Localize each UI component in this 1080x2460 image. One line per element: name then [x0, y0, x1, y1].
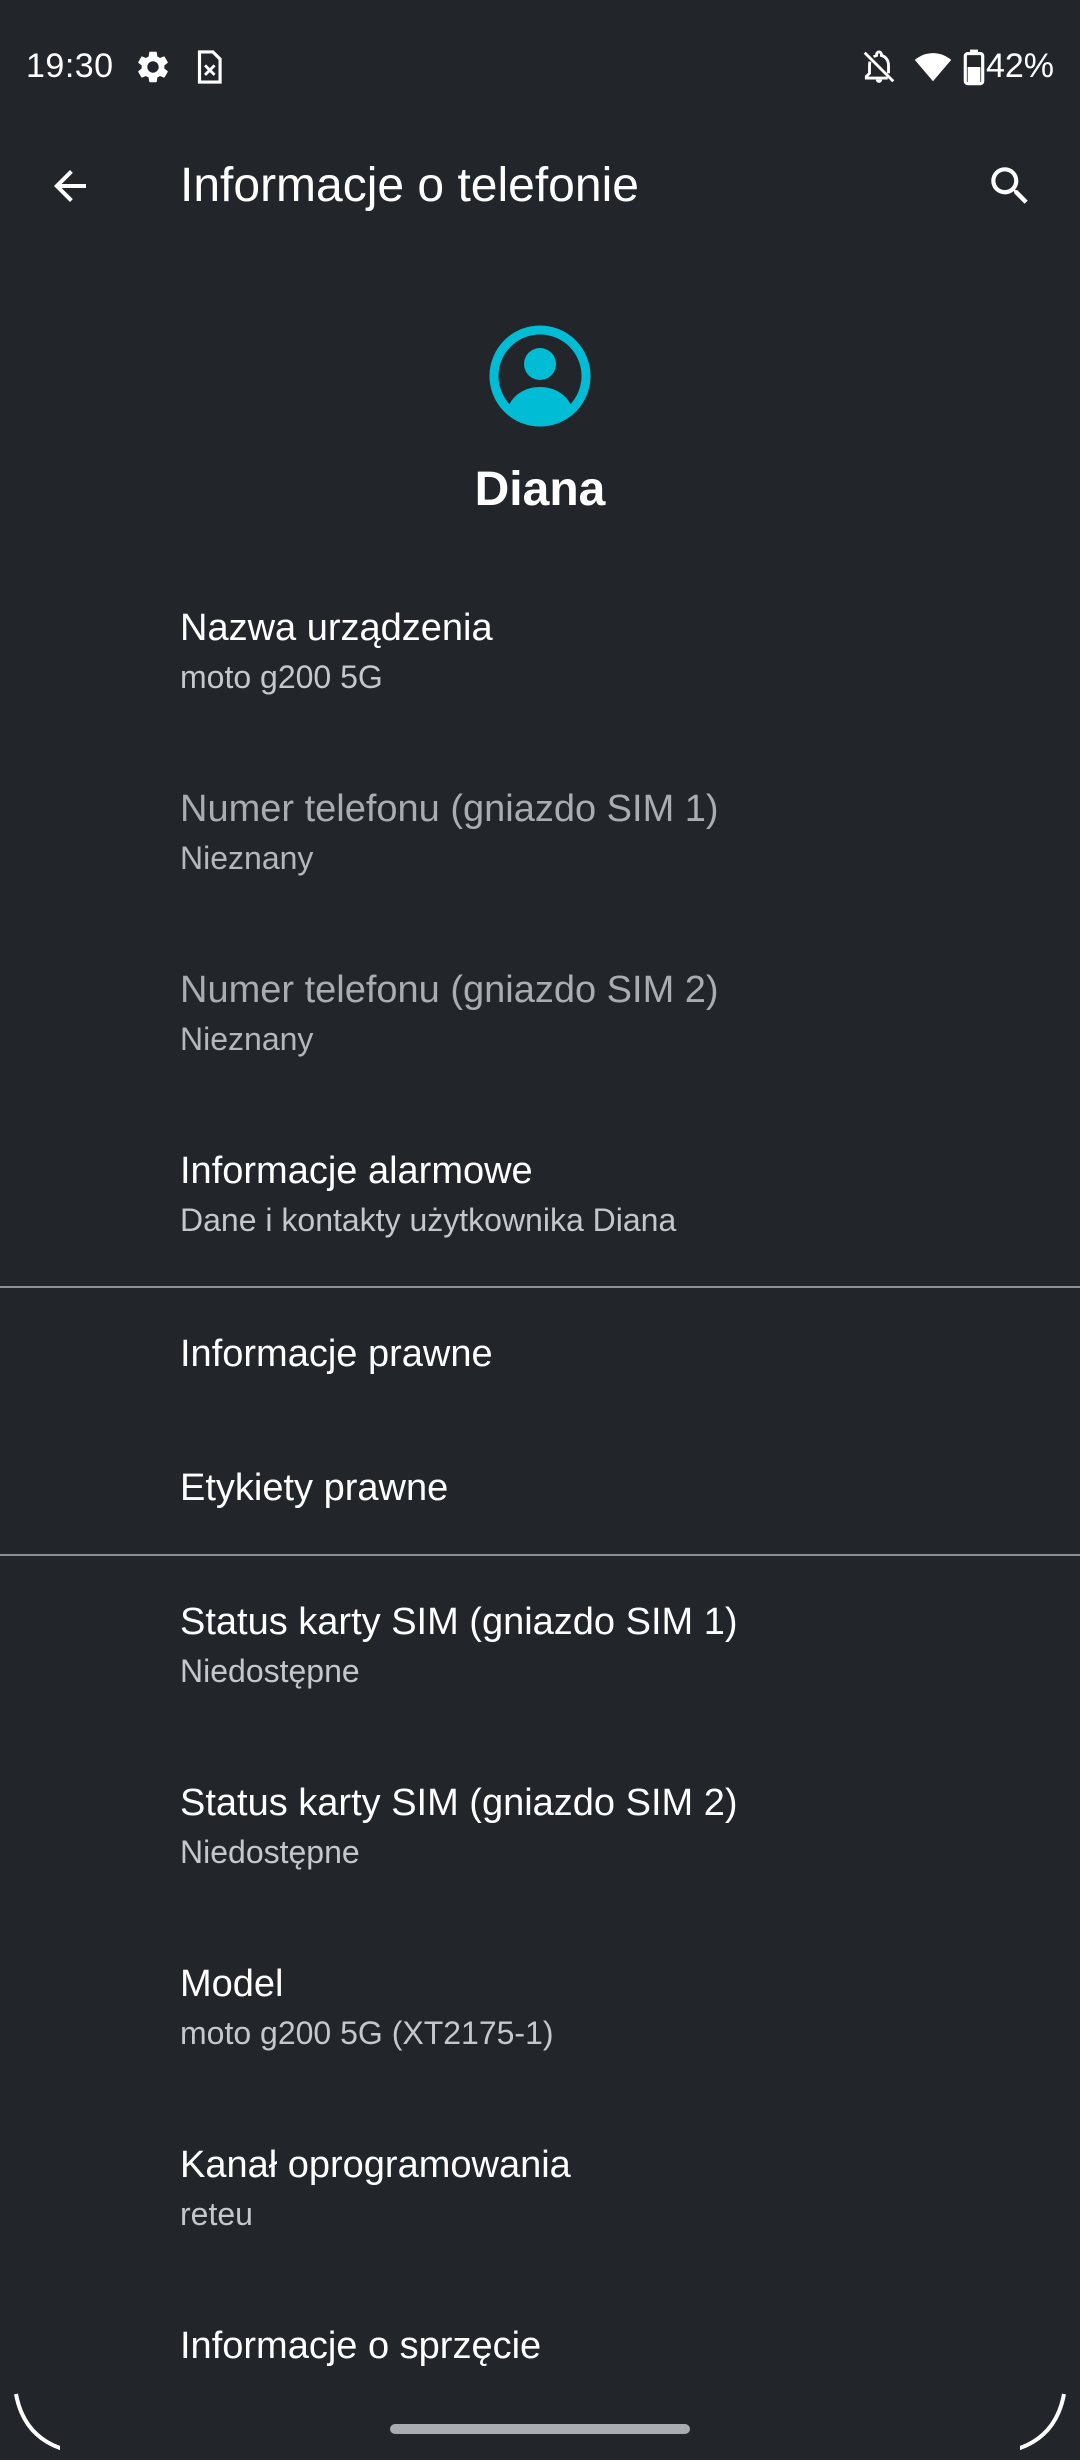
notifications-off-icon: [863, 50, 895, 83]
list-item-legal-labels[interactable]: Etykiety prawne: [0, 1462, 1080, 1514]
item-summary: Nieznany: [180, 1021, 314, 1057]
item-summary: Nieznany: [180, 840, 314, 876]
list-item-device-name[interactable]: Nazwa urządzenia moto g200 5G: [0, 602, 1080, 700]
item-title: Status karty SIM (gniazdo SIM 2): [180, 1782, 738, 1824]
divider: [0, 1554, 1080, 1556]
wifi-icon: [914, 53, 952, 82]
list-item-software-channel[interactable]: Kanał oprogramowania reteu: [0, 2139, 1080, 2237]
item-title: Informacje alarmowe: [180, 1150, 533, 1192]
battery-percentage: 42%: [985, 47, 1054, 85]
item-title: Informacje o sprzęcie: [180, 2325, 542, 2367]
list-item-sim-status-1[interactable]: Status karty SIM (gniazdo SIM 1) Niedost…: [0, 1596, 1080, 1694]
item-summary: moto g200 5G (XT2175-1): [180, 2015, 554, 2051]
item-summary: Niedostępne: [180, 1653, 360, 1689]
item-title: Numer telefonu (gniazdo SIM 2): [180, 969, 719, 1011]
account-circle-icon[interactable]: [489, 325, 591, 427]
screen-corner-right: [1020, 2393, 1066, 2451]
settings-gear-icon: [138, 51, 168, 83]
item-title: Kanał oprogramowania: [180, 2144, 571, 2186]
status-time: 19:30: [26, 47, 114, 85]
list-item-legal-info[interactable]: Informacje prawne: [0, 1328, 1080, 1380]
list-item-model[interactable]: Model moto g200 5G (XT2175-1): [0, 1958, 1080, 2056]
screen-corner-left: [14, 2393, 60, 2451]
arrow-back-icon: [54, 170, 86, 202]
list-item-emergency-info[interactable]: Informacje alarmowe Dane i kontakty użyt…: [0, 1145, 1080, 1243]
item-title: Nazwa urządzenia: [180, 607, 493, 649]
item-summary: Dane i kontakty użytkownika Diana: [180, 1202, 677, 1238]
profile-name: Diana: [474, 463, 606, 516]
list-item-phone-number-sim1: Numer telefonu (gniazdo SIM 1) Nieznany: [0, 783, 1080, 881]
page-title: Informacje o telefonie: [180, 159, 639, 212]
item-summary: Niedostępne: [180, 1834, 360, 1870]
gesture-nav-handle[interactable]: [390, 2424, 690, 2434]
status-bar: 19:30 42%: [0, 0, 1080, 130]
list-item-hardware-info[interactable]: Informacje o sprzęcie: [0, 2320, 1080, 2372]
divider: [0, 1286, 1080, 1288]
item-title: Status karty SIM (gniazdo SIM 1): [180, 1601, 738, 1643]
search-icon: [991, 167, 1028, 204]
battery-icon: [963, 49, 985, 86]
item-title: Informacje prawne: [180, 1333, 493, 1375]
item-title: Numer telefonu (gniazdo SIM 1): [180, 788, 719, 830]
item-summary: moto g200 5G: [180, 659, 383, 695]
item-title: Etykiety prawne: [180, 1467, 449, 1509]
list-item-phone-number-sim2: Numer telefonu (gniazdo SIM 2) Nieznany: [0, 964, 1080, 1062]
search-button[interactable]: [970, 146, 1050, 226]
item-title: Model: [180, 1963, 284, 2005]
list-item-sim-status-2[interactable]: Status karty SIM (gniazdo SIM 2) Niedost…: [0, 1777, 1080, 1875]
back-button[interactable]: [30, 146, 110, 226]
app-bar: Informacje o telefonie: [0, 130, 1080, 242]
sim-card-icon: [197, 50, 222, 84]
item-summary: reteu: [180, 2196, 253, 2232]
